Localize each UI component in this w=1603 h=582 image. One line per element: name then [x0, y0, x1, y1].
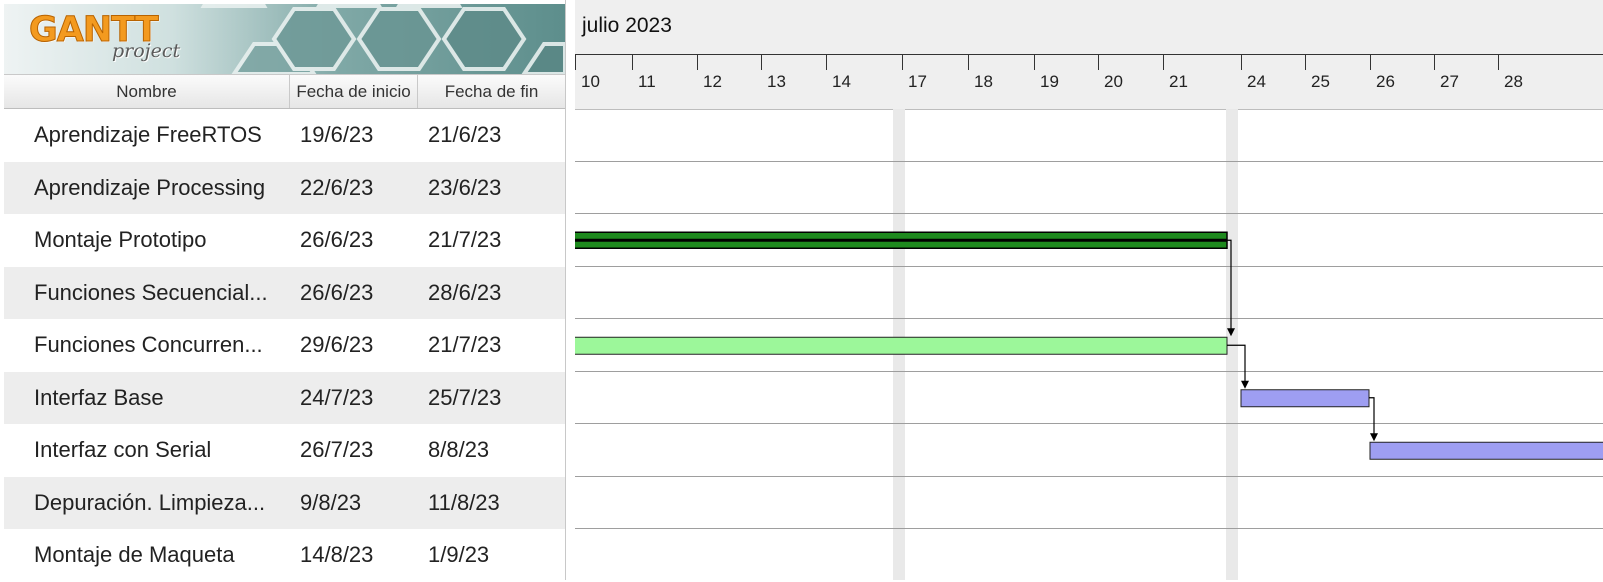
day-label: 17 [908, 72, 927, 91]
day-label: 10 [581, 72, 600, 91]
day-label: 28 [1504, 72, 1523, 91]
dependency-arrowhead [1227, 328, 1235, 337]
task-start-date: 26/6/23 [300, 227, 374, 253]
dependency-connector [1227, 239, 1232, 331]
task-start-date: 26/6/23 [300, 279, 374, 305]
gantt-chart-area[interactable] [575, 109, 1603, 580]
month-label: julio 2023 [582, 14, 672, 37]
column-header-fecha-inicio[interactable]: Fecha de inicio [290, 75, 418, 108]
day-tick [826, 54, 827, 70]
task-name: Montaje Prototipo [34, 227, 207, 253]
task-name: Funciones Concurren... [34, 332, 263, 358]
task-bar[interactable] [1369, 441, 1603, 460]
table-row[interactable]: Aprendizaje Processing 22/6/23 23/6/23 [4, 161, 565, 214]
table-row[interactable]: Depuración. Limpieza... 9/8/23 11/8/23 [4, 476, 565, 529]
task-start-date: 26/7/23 [300, 437, 374, 463]
task-end-date: 11/8/23 [428, 489, 500, 515]
task-end-date: 25/7/23 [428, 384, 502, 410]
day-tick [575, 54, 576, 70]
task-name: Aprendizaje FreeRTOS [34, 122, 262, 148]
day-label: 12 [703, 72, 722, 91]
task-start-date: 22/6/23 [300, 174, 374, 200]
table-row[interactable]: Montaje de Maqueta 14/8/23 1/9/23 [4, 529, 565, 582]
table-row[interactable]: Aprendizaje FreeRTOS 19/6/23 21/6/23 [4, 109, 565, 162]
day-label: 18 [974, 72, 993, 91]
task-end-date: 8/8/23 [428, 437, 490, 463]
day-tick [1370, 54, 1371, 70]
task-end-date: 21/7/23 [428, 227, 502, 253]
column-header-fecha-fin[interactable]: Fecha de fin [418, 75, 565, 108]
dependency-connector [1227, 344, 1246, 383]
ganttproject-logo-banner: GANTT project [4, 4, 565, 74]
task-start-date: 14/8/23 [300, 542, 374, 568]
day-label: 21 [1169, 72, 1188, 91]
day-label: 19 [1040, 72, 1059, 91]
day-label: 27 [1440, 72, 1459, 91]
table-column-header: Nombre Fecha de inicio Fecha de fin [4, 74, 565, 109]
task-name: Interfaz Base [34, 384, 164, 410]
day-tick [1498, 54, 1499, 70]
day-tick [761, 54, 762, 70]
day-tick [1163, 54, 1164, 70]
task-end-date: 21/6/23 [428, 122, 502, 148]
dependency-arrowhead [1241, 380, 1249, 389]
table-row[interactable]: Interfaz con Serial 26/7/23 8/8/23 [4, 424, 565, 477]
day-tick [968, 54, 969, 70]
task-table-pane: GANTT project Nombre Fecha de inicio Fec… [0, 0, 566, 580]
task-name: Depuración. Limpieza... [34, 489, 266, 515]
timeline-axis-line [575, 54, 1603, 55]
day-label: 11 [638, 72, 656, 91]
table-row[interactable]: Funciones Concurren... 29/6/23 21/7/23 [4, 319, 565, 372]
task-name: Montaje de Maqueta [34, 542, 235, 568]
day-label: 26 [1376, 72, 1395, 91]
task-start-date: 24/7/23 [300, 384, 374, 410]
day-label: 13 [767, 72, 786, 91]
day-tick [1241, 54, 1242, 70]
day-tick [697, 54, 698, 70]
table-row[interactable]: Funciones Secuencial... 26/6/23 28/6/23 [4, 266, 565, 319]
gantt-chart-pane[interactable]: julio 2023 10 11 12 13 14 17 18 19 20 21 24 25 26 27 2… [575, 0, 1603, 580]
table-row[interactable]: Interfaz Base 24/7/23 25/7/23 [4, 371, 565, 424]
task-bar[interactable] [575, 336, 1228, 355]
task-bar[interactable] [1240, 389, 1370, 408]
task-start-date: 29/6/23 [300, 332, 374, 358]
task-name: Aprendizaje Processing [34, 174, 266, 200]
timeline-header: julio 2023 10 11 12 13 14 17 18 19 20 21 24 25 26 27 2… [575, 0, 1603, 110]
day-label: 25 [1311, 72, 1330, 91]
task-end-date: 23/6/23 [428, 174, 502, 200]
day-tick [1098, 54, 1099, 70]
task-start-date: 19/6/23 [300, 122, 374, 148]
logo-subtitle: project [112, 40, 181, 62]
task-name: Funciones Secuencial... [34, 279, 268, 305]
dependency-arrowhead [1370, 433, 1378, 442]
task-start-date: 9/8/23 [300, 489, 362, 515]
day-tick [902, 54, 903, 70]
day-label: 14 [832, 72, 851, 91]
task-end-date: 1/9/23 [428, 542, 490, 568]
dependency-connector [1369, 397, 1375, 436]
task-end-date: 28/6/23 [428, 279, 502, 305]
task-end-date: 21/7/23 [428, 332, 502, 358]
gantt-bars-canvas [575, 231, 1603, 460]
table-row[interactable]: Montaje Prototipo 26/6/23 21/7/23 [4, 214, 565, 267]
task-list: Aprendizaje FreeRTOS 19/6/23 21/6/23 Apr… [4, 109, 565, 582]
day-tick [1305, 54, 1306, 70]
day-tick [1034, 54, 1035, 70]
day-tick [1434, 54, 1435, 70]
day-label: 24 [1247, 72, 1266, 91]
day-label: 20 [1104, 72, 1123, 91]
day-tick [632, 54, 633, 70]
task-name: Interfaz con Serial [34, 437, 212, 463]
column-header-nombre[interactable]: Nombre [4, 75, 290, 108]
